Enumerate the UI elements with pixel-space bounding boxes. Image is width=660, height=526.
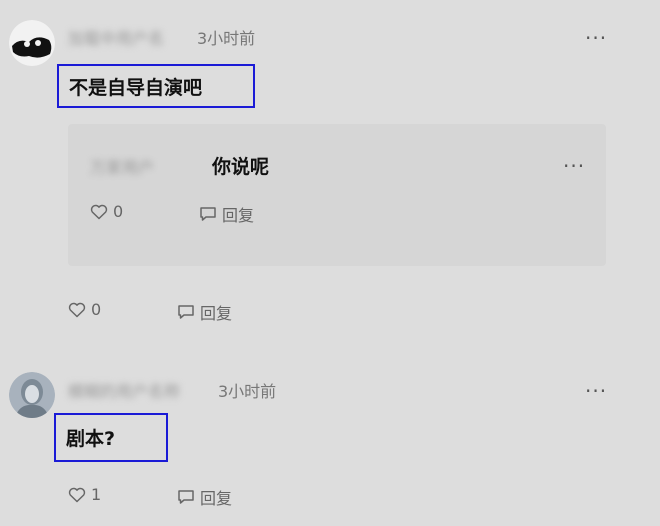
reply-text: 你说呢 (212, 156, 270, 178)
comment-text: 剧本? (66, 428, 116, 450)
reply-label: 回复 (222, 206, 255, 225)
like-button[interactable]: 0 (68, 300, 101, 319)
reply-username[interactable]: 万家用户 (90, 154, 154, 178)
reply-label: 回复 (200, 489, 233, 508)
avatar[interactable] (9, 372, 55, 418)
comment-username[interactable]: 模糊的用户名称 (68, 378, 180, 402)
heart-outline-icon (68, 487, 86, 502)
speech-bubble-icon (178, 490, 194, 504)
heart-outline-icon (68, 302, 86, 317)
reply-label: 回复 (200, 304, 233, 323)
comment-username[interactable]: 加载中用户名 (68, 25, 164, 49)
comment-text-highlight: 剧本? (54, 413, 168, 462)
reply-button[interactable]: 回复 (177, 485, 232, 509)
more-options-icon[interactable]: ··· (585, 381, 607, 401)
comment-timestamp: 3小时前 (218, 382, 277, 401)
like-count: 0 (113, 202, 124, 221)
like-button[interactable]: 1 (68, 485, 101, 504)
speech-bubble-icon (178, 305, 194, 319)
reply-like-button[interactable]: 0 (90, 202, 123, 221)
avatar[interactable] (9, 20, 55, 66)
reply-card: 万家用户 你说呢 ··· 0 回复 (68, 124, 606, 266)
comment-text-highlight: 不是自导自演吧 (57, 64, 255, 108)
more-options-icon[interactable]: ··· (585, 28, 607, 48)
comment-text: 不是自导自演吧 (69, 76, 203, 99)
speech-bubble-icon (200, 207, 216, 221)
reply-reply-button[interactable]: 回复 (199, 202, 254, 226)
more-options-icon[interactable]: ··· (563, 156, 585, 176)
reply-button[interactable]: 回复 (177, 300, 232, 324)
comment-timestamp: 3小时前 (197, 29, 256, 48)
heart-outline-icon (90, 204, 108, 219)
like-count: 1 (91, 485, 102, 504)
like-count: 0 (91, 300, 102, 319)
